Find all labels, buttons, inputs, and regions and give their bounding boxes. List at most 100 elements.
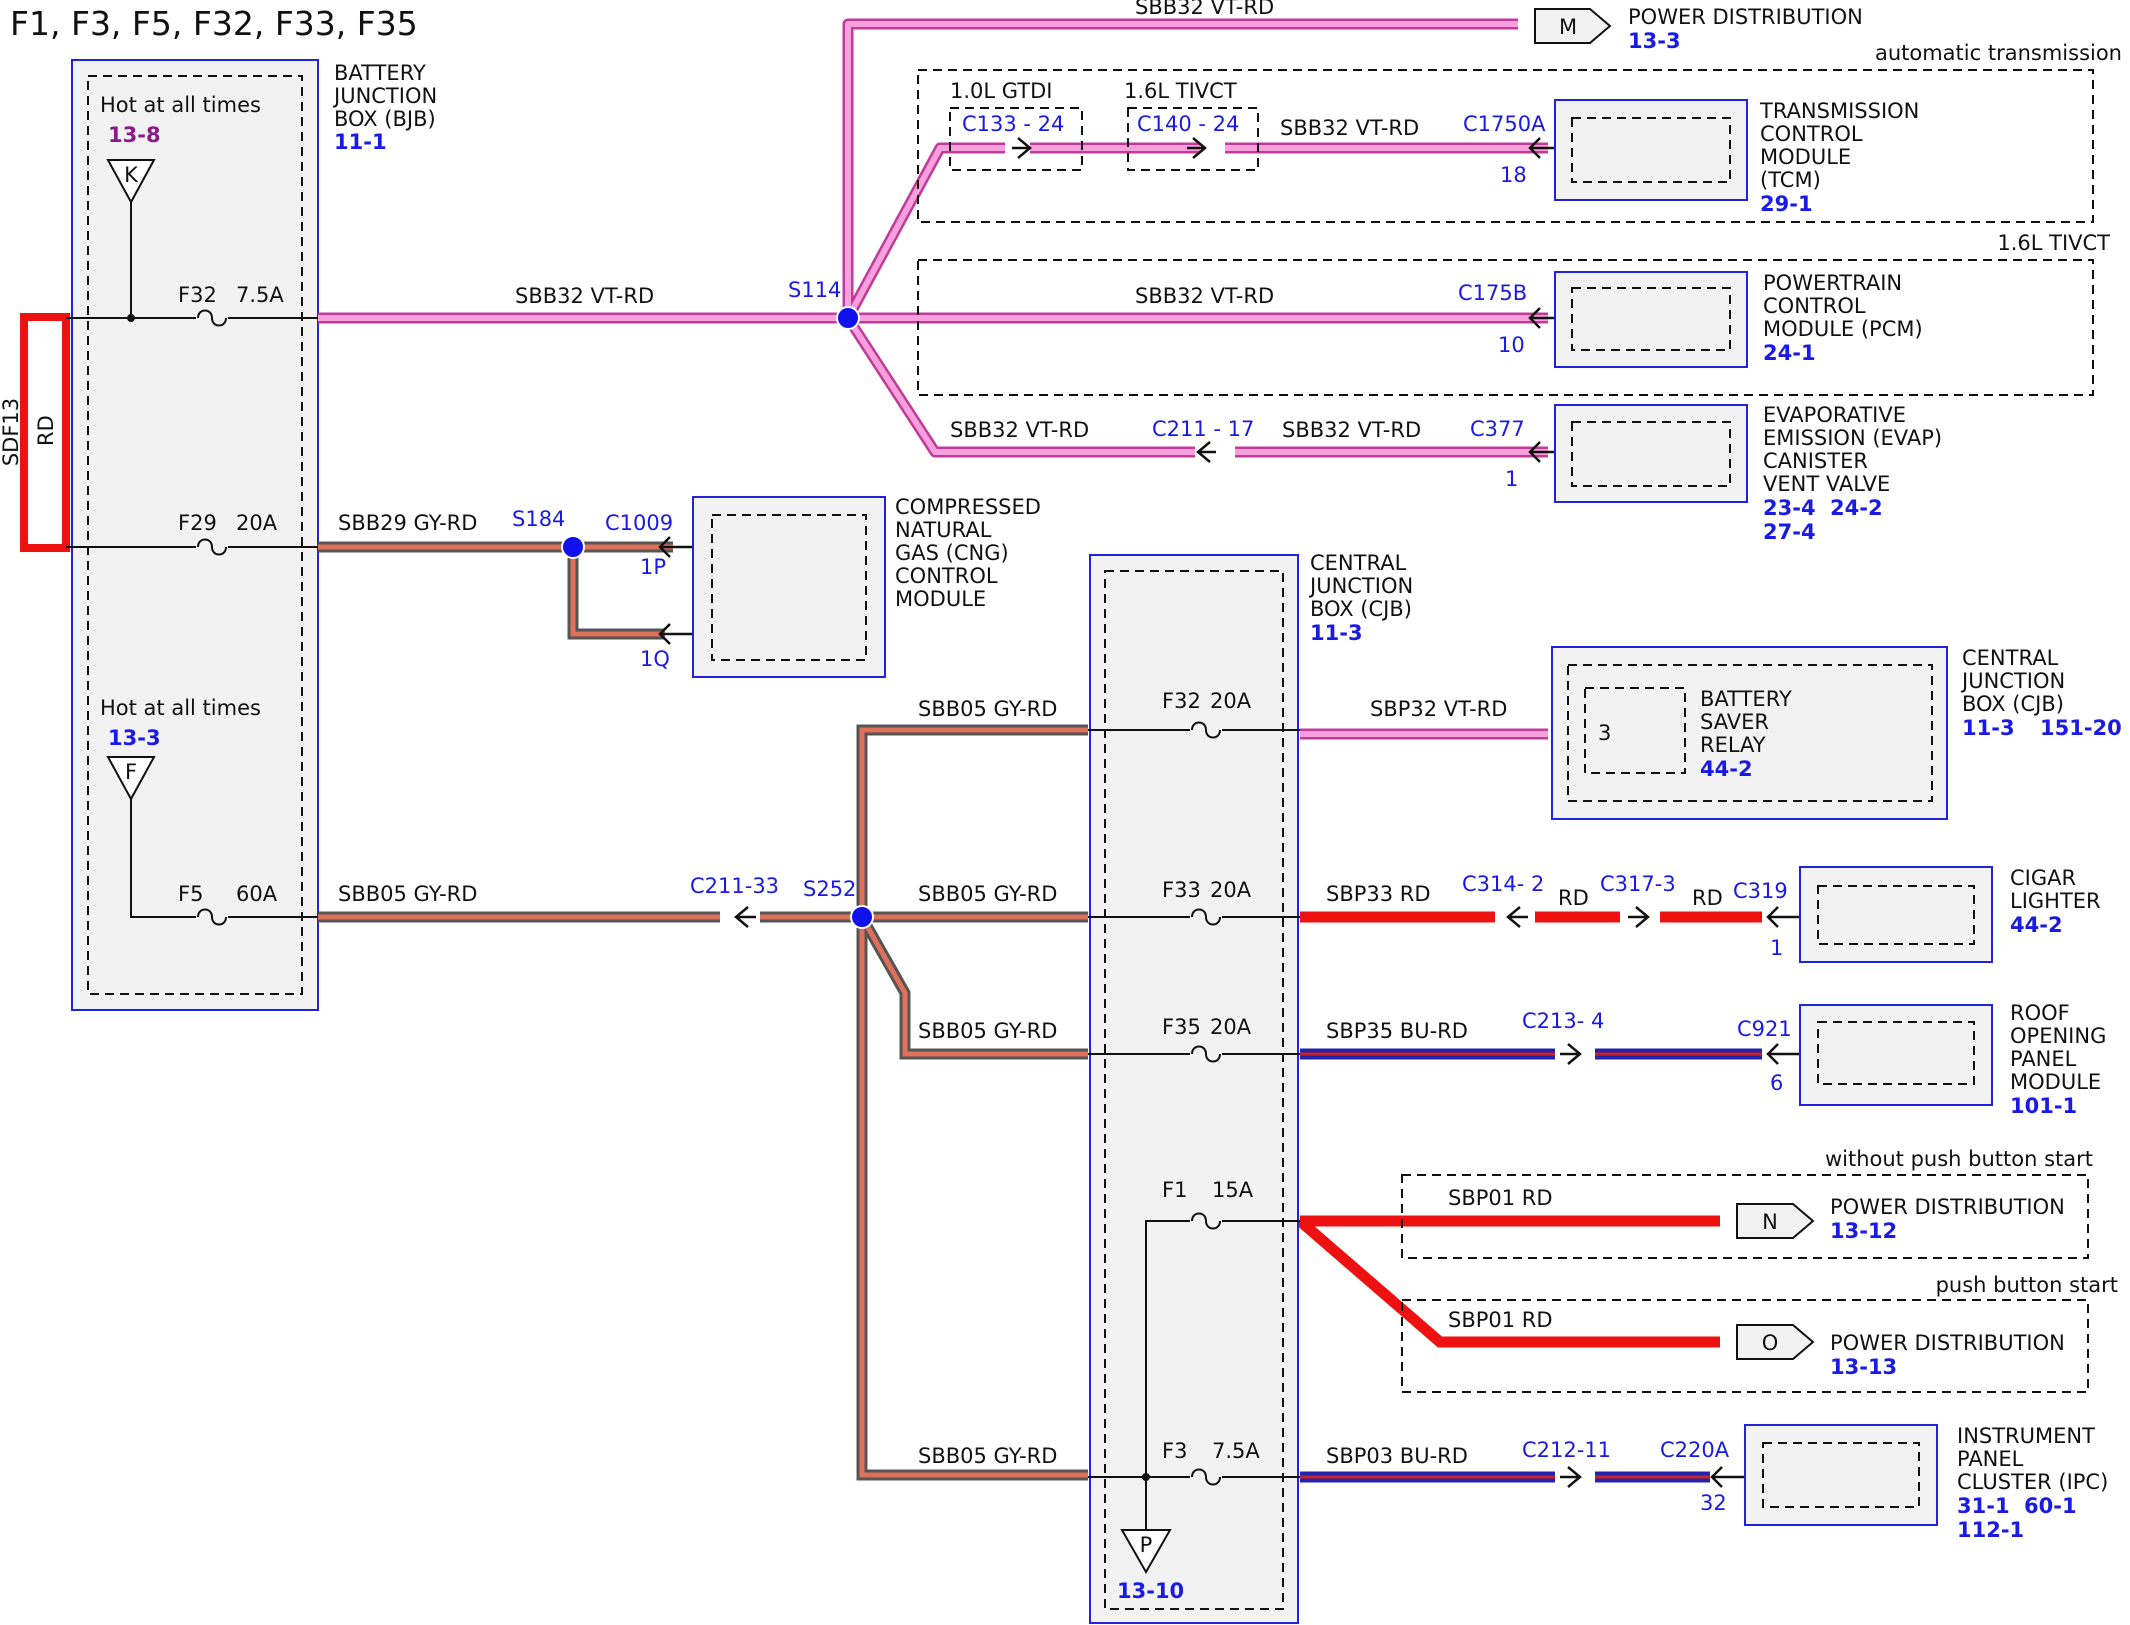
svg-text:GAS (CNG): GAS (CNG)	[895, 541, 1009, 565]
svg-text:POWERTRAIN: POWERTRAIN	[1763, 271, 1902, 295]
svg-text:44-2: 44-2	[2010, 913, 2063, 937]
bu-rd-wires	[1300, 1048, 1762, 1483]
tcm-label: TRANSMISSION CONTROL MODULE (TCM) 29-1	[1759, 99, 1919, 216]
hot-ref-1: 13-8	[108, 123, 161, 147]
svg-text:C175B: C175B	[1458, 281, 1527, 305]
option-auto-trans: automatic transmission	[1875, 41, 2122, 65]
hot-at-all-times-1: Hot at all times	[100, 93, 261, 117]
wire-label-sbp01-b: SBP01 RD	[1448, 1308, 1553, 1332]
module-cigar	[1799, 866, 1993, 963]
bjb-f29-name: F29	[178, 511, 217, 535]
wire-label-sbb32-evap-a: SBB32 VT-RD	[950, 418, 1089, 442]
svg-text:1: 1	[1770, 936, 1783, 960]
svg-text:C133 - 24: C133 - 24	[962, 112, 1064, 136]
wire-label-sbb05-main: SBB05 GY-RD	[338, 882, 477, 906]
svg-text:15A: 15A	[1212, 1178, 1254, 1202]
option-without-push: without push button start	[1825, 1147, 2093, 1171]
svg-text:NATURAL: NATURAL	[895, 518, 992, 542]
splice-s184-label: S184	[512, 507, 565, 531]
svg-text:C314- 2: C314- 2	[1462, 872, 1544, 896]
wire-label-sbp01-a: SBP01 RD	[1448, 1186, 1553, 1210]
module-cng	[692, 496, 886, 678]
option-tivct-pcm: 1.6L TIVCT	[1997, 231, 2110, 255]
pcm-label: POWERTRAIN CONTROL MODULE (PCM) 24-1	[1763, 271, 1923, 365]
bjb-f29-rating: 20A	[236, 511, 278, 535]
svg-text:VENT VALVE: VENT VALVE	[1763, 472, 1890, 496]
svg-text:MODULE: MODULE	[1760, 145, 1851, 169]
svg-text:INSTRUMENT: INSTRUMENT	[1957, 1424, 2095, 1448]
svg-text:EVAPORATIVE: EVAPORATIVE	[1763, 403, 1906, 427]
wire-label-sbp32: SBP32 VT-RD	[1370, 697, 1507, 721]
splice-s184	[561, 535, 585, 559]
svg-text:F32: F32	[1162, 689, 1201, 713]
svg-text:F: F	[125, 760, 137, 784]
svg-text:CONTROL: CONTROL	[1763, 294, 1866, 318]
wiring-diagram: F1, F3, F5, F32, F33, F35 SDF13 RD BATTE…	[0, 0, 2122, 1624]
splice-s252-label: S252	[803, 877, 856, 901]
svg-text:MODULE: MODULE	[2010, 1070, 2101, 1094]
svg-text:PANEL: PANEL	[2010, 1047, 2077, 1071]
ipc-label: INSTRUMENT PANEL CLUSTER (IPC) 31-1 60-1…	[1957, 1424, 2108, 1542]
bjb-f32-rating: 7.5A	[236, 283, 284, 307]
svg-text:44-2: 44-2	[1700, 757, 1753, 781]
svg-text:EMISSION (EVAP): EMISSION (EVAP)	[1763, 426, 1942, 450]
wire-label-rd1: RD	[1558, 886, 1589, 910]
svg-text:F33: F33	[1162, 878, 1201, 902]
svg-text:23-4: 23-4	[1763, 496, 1816, 520]
wire-sbb32-group	[318, 24, 1548, 452]
svg-text:P: P	[1140, 1533, 1153, 1557]
wire-label-sbb05-mid: SBB05 GY-RD	[918, 882, 1057, 906]
svg-text:ROOF: ROOF	[2010, 1001, 2070, 1025]
option-tivct: 1.6L TIVCT	[1124, 79, 1237, 103]
svg-text:MODULE: MODULE	[895, 587, 986, 611]
hot-at-all-times-2: Hot at all times	[100, 696, 261, 720]
svg-text:CONTROL: CONTROL	[1760, 122, 1863, 146]
wire-label-sbb05-bot: SBB05 GY-RD	[918, 1444, 1057, 1468]
source-sdf13: SDF13 RD	[0, 313, 70, 552]
svg-text:24-2: 24-2	[1830, 496, 1883, 520]
option-push: push button start	[1936, 1273, 2118, 1297]
relay-pin: 3	[1598, 721, 1611, 745]
svg-text:BATTERY: BATTERY	[1700, 687, 1792, 711]
wire-label-rd2: RD	[1692, 886, 1723, 910]
svg-text:7.5A: 7.5A	[1212, 1439, 1260, 1463]
svg-text:C1009: C1009	[605, 511, 673, 535]
module-ipc	[1744, 1424, 1938, 1526]
module-roof	[1799, 1004, 1993, 1106]
wire-label-sbb05-f35: SBB05 GY-RD	[918, 1019, 1057, 1043]
bjb-box	[71, 59, 319, 1011]
splice-s114	[836, 306, 860, 330]
module-evap	[1554, 404, 1748, 503]
power-dist-n-flag: N	[1736, 1203, 1815, 1239]
svg-text:K: K	[124, 163, 139, 187]
cng-label: COMPRESSED NATURAL GAS (CNG) CONTROL MOD…	[895, 495, 1041, 611]
wire-label-sbb32-top: SBB32 VT-RD	[1135, 0, 1274, 19]
page-title: F1, F3, F5, F32, F33, F35	[10, 4, 418, 43]
power-dist-m-flag: M	[1534, 8, 1612, 44]
svg-text:CENTRAL: CENTRAL	[1962, 646, 2059, 670]
power-dist-n-label: POWER DISTRIBUTION	[1830, 1195, 2065, 1219]
svg-text:MODULE (PCM): MODULE (PCM)	[1763, 317, 1923, 341]
svg-text:1: 1	[1505, 467, 1518, 491]
svg-text:20A: 20A	[1210, 1015, 1252, 1039]
bjb-label-2: JUNCTION	[332, 84, 437, 108]
svg-text:CLUSTER (IPC): CLUSTER (IPC)	[1957, 1470, 2108, 1494]
svg-text:CIGAR: CIGAR	[2010, 866, 2076, 890]
svg-text:LIGHTER: LIGHTER	[2010, 889, 2101, 913]
module-tcm	[1554, 99, 1748, 201]
svg-text:1Q: 1Q	[640, 647, 670, 671]
svg-text:27-4: 27-4	[1763, 520, 1816, 544]
svg-text:C317-3: C317-3	[1600, 872, 1676, 896]
power-dist-o-label: POWER DISTRIBUTION	[1830, 1331, 2065, 1355]
svg-text:C1750A: C1750A	[1463, 112, 1546, 136]
svg-text:CANISTER: CANISTER	[1763, 449, 1868, 473]
svg-text:OPENING: OPENING	[2010, 1024, 2106, 1048]
svg-text:M: M	[1559, 15, 1577, 39]
bjb-label-1: BATTERY	[334, 61, 426, 85]
bjb-f5-rating: 60A	[236, 882, 278, 906]
wire-label-sbp33: SBP33 RD	[1326, 882, 1431, 906]
bjb-ref: 11-1	[334, 130, 387, 154]
svg-text:C220A: C220A	[1660, 1438, 1730, 1462]
wire-label-sbb32-pcm: SBB32 VT-RD	[1135, 284, 1274, 308]
cjb-label-2: JUNCTION	[1308, 574, 1413, 598]
